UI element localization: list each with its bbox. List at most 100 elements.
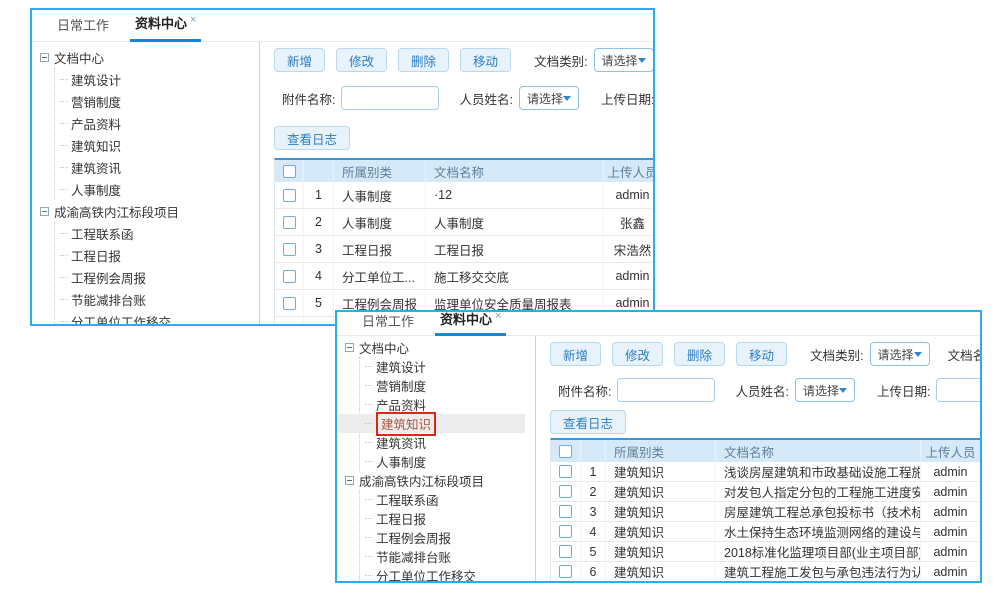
tab-daily-work[interactable]: 日常工作 [357, 311, 419, 335]
table-row[interactable]: 4 分工单位工... 施工移交交底 admin [275, 263, 653, 290]
select-all-checkbox[interactable] [559, 445, 572, 458]
table-row[interactable]: 2 人事制度 人事制度 张鑫 [275, 209, 653, 236]
cell-category: 建筑知识 [606, 562, 716, 581]
tree-item-work-transfer[interactable]: 分工单位工作移交 [60, 310, 259, 324]
row-checkbox[interactable] [283, 297, 296, 310]
tree-item-work-transfer[interactable]: 分工单位工作移交 [365, 566, 535, 581]
tab-bar: 日常工作 资料中心× [32, 10, 653, 42]
collapse-icon[interactable] [40, 53, 49, 62]
cell-category: 建筑知识 [606, 502, 716, 521]
table-row[interactable]: 6 建筑知识 建筑工程施工发包与承包违法行为认... admin [551, 562, 980, 581]
view-log-button[interactable]: 查看日志 [274, 126, 350, 150]
tree-group: 工程联系函 工程日报 工程例会周报 节能减排台账 分工单位工作移交 [359, 490, 535, 581]
tree-item-building-knowledge[interactable]: 建筑知识 [60, 134, 259, 156]
person-name-select[interactable]: 请选择 [519, 86, 579, 110]
tab-data-center[interactable]: 资料中心× [130, 13, 201, 42]
cell-uploader: 张鑫 [604, 209, 653, 235]
tree-item-marketing-rules[interactable]: 营销制度 [365, 376, 535, 395]
table-row[interactable]: 2 建筑知识 对发包人指定分包的工程施工进度安... admin [551, 482, 980, 502]
chevron-down-icon [914, 352, 922, 357]
collapse-icon[interactable] [345, 476, 354, 485]
cell-doc-name: 建筑工程施工发包与承包违法行为认... [716, 562, 921, 581]
row-checkbox[interactable] [559, 485, 572, 498]
main-panel: 新增 修改 删除 移动 文档类别: 请选择 文档名称: 附件名称: 人员姓名: … [536, 336, 980, 581]
cell-doc-name: ·12 [426, 182, 604, 208]
collapse-icon[interactable] [40, 207, 49, 216]
row-checkbox[interactable] [559, 465, 572, 478]
tree-root-label: 文档中心 [54, 48, 104, 67]
close-icon[interactable]: × [190, 14, 196, 26]
table-header-row: 所属别类 文档名称 上传人员 [551, 440, 980, 462]
tree-root-project[interactable]: 成渝高铁内江标段项目 [40, 200, 259, 222]
delete-button[interactable]: 删除 [674, 342, 725, 366]
tree-root-doc-center[interactable]: 文档中心 [345, 338, 535, 357]
delete-button[interactable]: 删除 [398, 48, 449, 72]
tree-item-building-news[interactable]: 建筑资讯 [365, 433, 535, 452]
cell-doc-name: 浅谈房屋建筑和市政基础设施工程施... [716, 462, 921, 481]
tree-item-energy-ledger[interactable]: 节能减排台账 [60, 288, 259, 310]
tree-item-contact-letter[interactable]: 工程联系函 [60, 222, 259, 244]
attachment-name-input[interactable] [617, 378, 715, 402]
row-checkbox[interactable] [559, 565, 572, 578]
add-button[interactable]: 新增 [550, 342, 601, 366]
cell-uploader: admin [921, 522, 980, 541]
tab-data-center[interactable]: 资料中心× [435, 310, 506, 336]
table-row[interactable]: 1 建筑知识 浅谈房屋建筑和市政基础设施工程施... admin [551, 462, 980, 482]
doc-category-select[interactable]: 请选择 [594, 48, 653, 72]
table-row[interactable]: 3 建筑知识 房屋建筑工程总承包投标书（技术标... admin [551, 502, 980, 522]
tree-item-marketing-rules[interactable]: 营销制度 [60, 90, 259, 112]
tree-item-weekly-report[interactable]: 工程例会周报 [60, 266, 259, 288]
cell-uploader: admin [604, 263, 653, 289]
select-all-checkbox[interactable] [283, 165, 296, 178]
attachment-name-label: 附件名称: [282, 89, 335, 108]
table-row[interactable]: 1 人事制度 ·12 admin [275, 182, 653, 209]
row-checkbox[interactable] [559, 545, 572, 558]
tree-item-product-data[interactable]: 产品资料 [60, 112, 259, 134]
tree-item-building-design[interactable]: 建筑设计 [60, 68, 259, 90]
table-row[interactable]: 5 建筑知识 2018标准化监理项目部(业主项目部)... admin [551, 542, 980, 562]
annotation-red-box: 建筑知识 [376, 412, 436, 436]
table-row[interactable]: 3 工程日报 工程日报 宋浩然 [275, 236, 653, 263]
tree-item-building-news[interactable]: 建筑资讯 [60, 156, 259, 178]
tree-item-hr-rules[interactable]: 人事制度 [60, 178, 259, 200]
documents-table: 所属别类 文档名称 上传人员 1 建筑知识 浅谈房屋建筑和市政基础设施工程施..… [550, 438, 980, 581]
person-name-label: 人员姓名: [459, 89, 512, 108]
tree-group: 建筑设计 营销制度 产品资料 建筑知识 建筑资讯 人事制度 [359, 357, 535, 471]
tree-root-doc-center[interactable]: 文档中心 [40, 46, 259, 68]
row-checkbox[interactable] [283, 324, 296, 325]
attachment-name-input[interactable] [341, 86, 439, 110]
move-button[interactable]: 移动 [736, 342, 787, 366]
tab-daily-work[interactable]: 日常工作 [52, 15, 114, 41]
edit-button[interactable]: 修改 [612, 342, 663, 366]
close-icon[interactable]: × [495, 310, 501, 322]
edit-button[interactable]: 修改 [336, 48, 387, 72]
cell-doc-name: 人事制度 [426, 209, 604, 235]
upload-date-input[interactable] [936, 378, 980, 402]
chevron-down-icon [563, 96, 571, 101]
row-checkbox[interactable] [283, 216, 296, 229]
tree-item-hr-rules[interactable]: 人事制度 [365, 452, 535, 471]
row-checkbox[interactable] [283, 243, 296, 256]
tree-root-label: 文档中心 [359, 338, 409, 357]
tree-item-building-design[interactable]: 建筑设计 [365, 357, 535, 376]
add-button[interactable]: 新增 [274, 48, 325, 72]
tree-item-daily-report[interactable]: 工程日报 [365, 509, 535, 528]
row-checkbox[interactable] [283, 270, 296, 283]
tree-item-weekly-report[interactable]: 工程例会周报 [365, 528, 535, 547]
tree-item-contact-letter[interactable]: 工程联系函 [365, 490, 535, 509]
row-checkbox[interactable] [283, 189, 296, 202]
tree-root-project[interactable]: 成渝高铁内江标段项目 [345, 471, 535, 490]
row-checkbox[interactable] [559, 505, 572, 518]
table-row[interactable]: 4 建筑知识 水土保持生态环境监测网络的建设与... admin [551, 522, 980, 542]
cell-category: 建筑知识 [606, 542, 716, 561]
move-button[interactable]: 移动 [460, 48, 511, 72]
doc-category-select[interactable]: 请选择 [870, 342, 930, 366]
view-log-button[interactable]: 查看日志 [550, 410, 626, 434]
row-checkbox[interactable] [559, 525, 572, 538]
cell-doc-name: 对发包人指定分包的工程施工进度安... [716, 482, 921, 501]
person-name-select[interactable]: 请选择 [795, 378, 855, 402]
tree-item-building-knowledge-selected[interactable]: 建筑知识 [338, 414, 525, 433]
tree-item-energy-ledger[interactable]: 节能减排台账 [365, 547, 535, 566]
collapse-icon[interactable] [345, 343, 354, 352]
tree-item-daily-report[interactable]: 工程日报 [60, 244, 259, 266]
